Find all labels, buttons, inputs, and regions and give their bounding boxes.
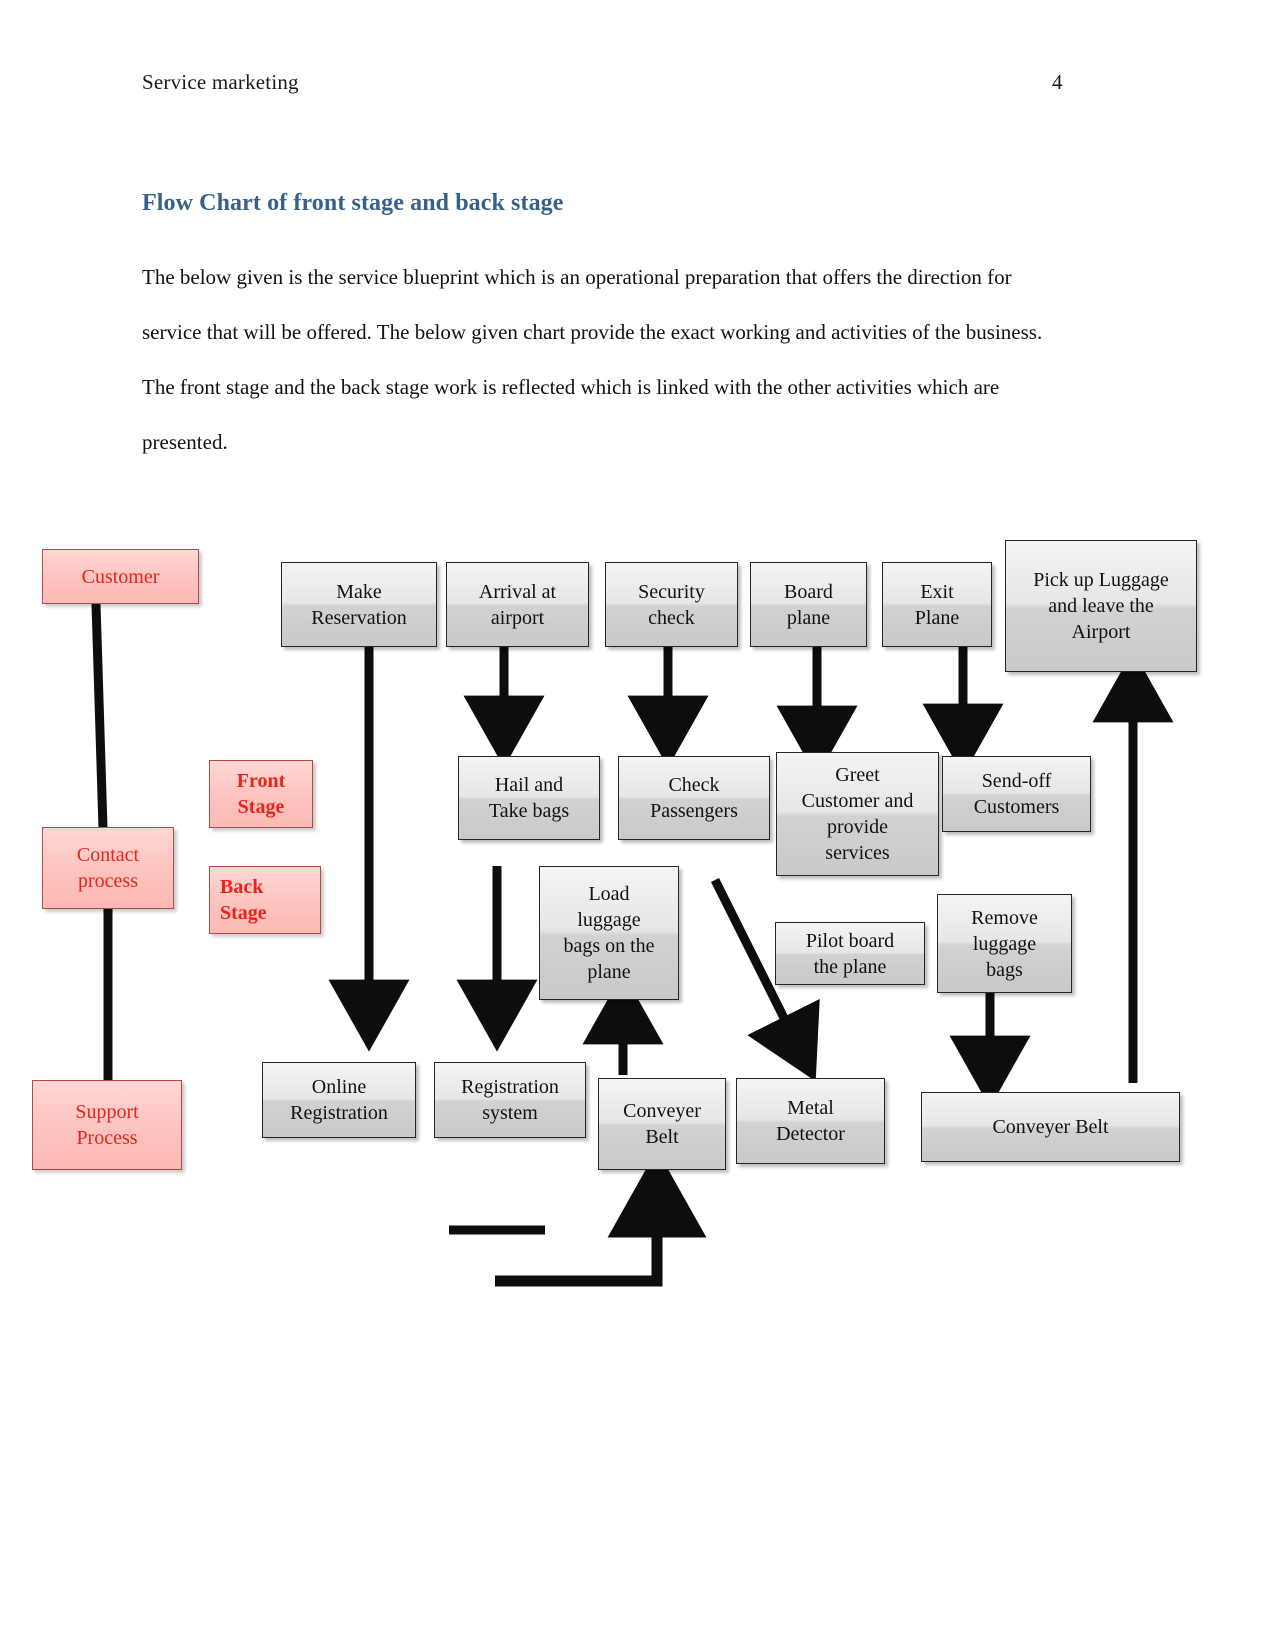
swimlane-customer[interactable]: Customer	[42, 549, 199, 604]
node-send-off-customers[interactable]: Send-off Customers	[942, 756, 1091, 832]
node-metal-detector[interactable]: Metal Detector	[736, 1078, 885, 1164]
node-pilot-board[interactable]: Pilot board the plane	[775, 922, 925, 985]
node-make-reservation[interactable]: Make Reservation	[281, 562, 437, 647]
node-exit-plane[interactable]: Exit Plane	[882, 562, 992, 647]
connector-elbow-to-belt	[495, 1149, 707, 1287]
node-board-plane[interactable]: Board plane	[750, 562, 867, 647]
swimlane-back-stage[interactable]: Back Stage	[209, 866, 321, 934]
node-remove-luggage[interactable]: Remove luggage bags	[937, 894, 1072, 993]
node-conveyer-belt-right[interactable]: Conveyer Belt	[921, 1092, 1180, 1162]
service-blueprint-diagram: Customer Contact process Support Process…	[0, 0, 1275, 1651]
swimlane-front-stage[interactable]: Front Stage	[209, 760, 313, 828]
node-conveyer-belt-left[interactable]: Conveyer Belt	[598, 1078, 726, 1170]
node-security-check[interactable]: Security check	[605, 562, 738, 647]
node-check-passengers[interactable]: Check Passengers	[618, 756, 770, 840]
node-registration-system[interactable]: Registration system	[434, 1062, 586, 1138]
node-arrival-at-airport[interactable]: Arrival at airport	[446, 562, 589, 647]
node-greet-customer[interactable]: Greet Customer and provide services	[776, 752, 939, 876]
node-load-luggage[interactable]: Load luggage bags on the plane	[539, 866, 679, 1000]
node-online-registration[interactable]: Online Registration	[262, 1062, 416, 1138]
swimlane-support-process[interactable]: Support Process	[32, 1080, 182, 1170]
node-pick-up-luggage[interactable]: Pick up Luggage and leave the Airport	[1005, 540, 1197, 672]
document-page: Service marketing 4 Flow Chart of front …	[0, 0, 1275, 1651]
connector-customer-to-contact	[91, 603, 108, 829]
node-hail-and-take-bags[interactable]: Hail and Take bags	[458, 756, 600, 840]
swimlane-contact-process[interactable]: Contact process	[42, 827, 174, 909]
